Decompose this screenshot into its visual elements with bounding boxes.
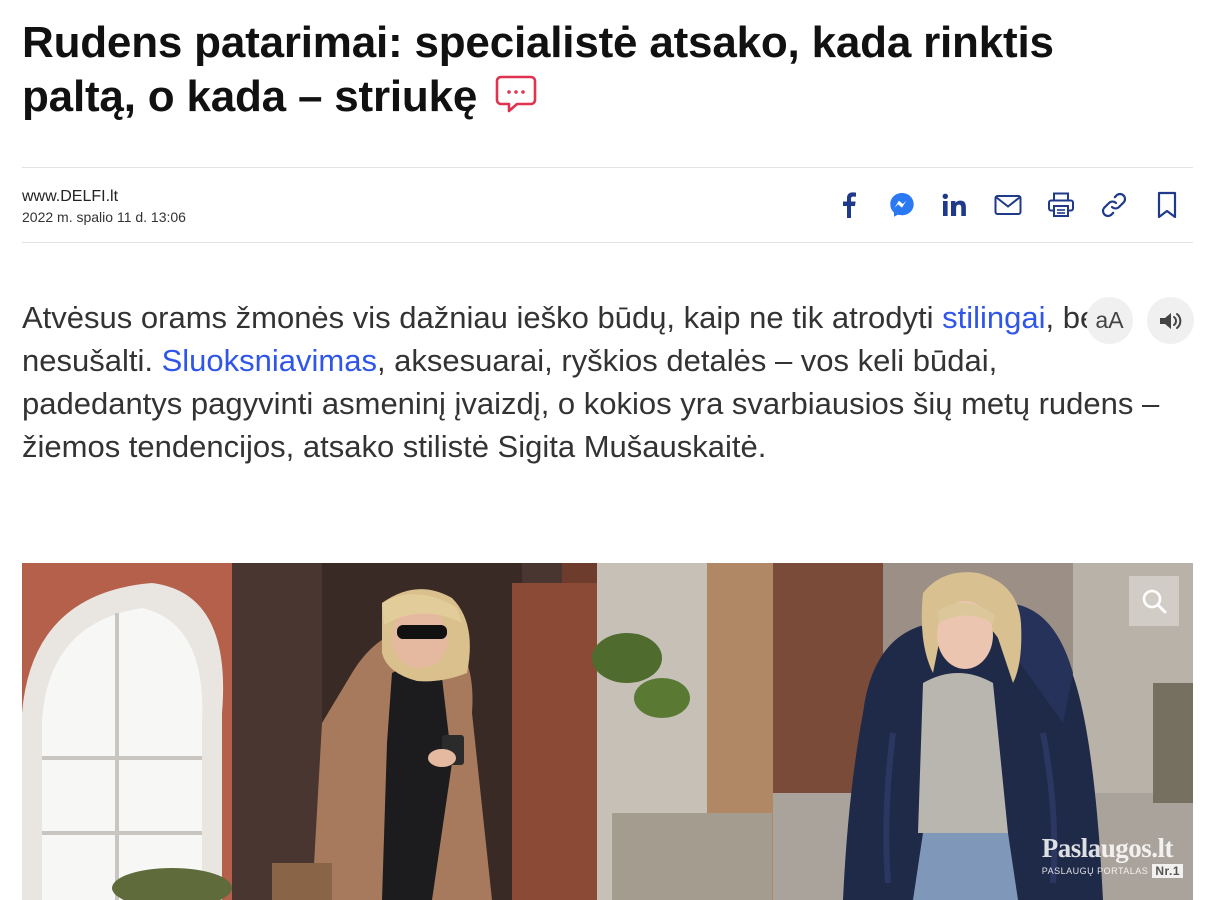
article-image[interactable]: Paslaugos.lt PASLAUGŲ PORTALAS Nr.1	[22, 563, 1193, 900]
share-messenger-button[interactable]	[875, 186, 928, 224]
bookmark-icon	[1157, 191, 1176, 219]
email-icon	[994, 195, 1021, 215]
link-icon	[1101, 192, 1126, 218]
listen-button[interactable]	[1147, 297, 1194, 344]
search-icon	[1142, 589, 1167, 614]
article-lead: Atvėsus orams žmonės vis dažniau ieško b…	[22, 296, 1162, 468]
font-size-button[interactable]: aA	[1086, 297, 1133, 344]
lead-link-stilingai[interactable]: stilingai	[942, 300, 1045, 335]
reading-tools: aA	[1086, 297, 1194, 344]
linkedin-icon	[942, 193, 966, 216]
watermark-subline: PASLAUGŲ PORTALAS Nr.1	[1042, 864, 1183, 878]
article-title: Rudens patarimai: specialistė atsako, ka…	[22, 16, 1142, 124]
lead-link-sluoksniavimas[interactable]: Sluoksniavimas	[162, 343, 377, 378]
copy-link-button[interactable]	[1087, 186, 1140, 224]
share-facebook-button[interactable]	[822, 186, 875, 224]
font-size-label: aA	[1095, 307, 1124, 333]
article-source: www.DELFI.lt	[22, 188, 119, 205]
lead-text-1: Atvėsus orams žmonės vis dažniau ieško b…	[22, 300, 943, 335]
share-email-button[interactable]	[981, 186, 1034, 224]
comment-icon	[495, 76, 537, 113]
article-date: 2022 m. spalio 11 d. 13:06	[22, 209, 186, 225]
zoom-button[interactable]	[1129, 576, 1179, 626]
article-meta: www.DELFI.lt 2022 m. spalio 11 d. 13:06	[22, 187, 186, 226]
share-toolbar	[822, 186, 1193, 224]
print-icon	[1047, 192, 1074, 217]
comments-button[interactable]	[495, 73, 537, 113]
watermark-logo: Paslaugos.lt	[1041, 833, 1174, 863]
bookmark-button[interactable]	[1140, 186, 1193, 224]
watermark-badge: Nr.1	[1152, 864, 1183, 878]
print-button[interactable]	[1034, 186, 1087, 224]
share-linkedin-button[interactable]	[928, 186, 981, 224]
divider-bottom	[22, 242, 1193, 243]
watermark-subtitle: PASLAUGŲ PORTALAS	[1041, 866, 1149, 876]
messenger-icon	[889, 193, 914, 217]
image-watermark: Paslaugos.lt PASLAUGŲ PORTALAS Nr.1	[1042, 834, 1183, 878]
speaker-icon	[1159, 312, 1181, 329]
divider-top	[22, 167, 1193, 168]
article-title-text: Rudens patarimai: specialistė atsako, ka…	[22, 18, 1054, 121]
photo-woman-in-coat	[22, 563, 773, 900]
facebook-icon	[842, 192, 856, 218]
